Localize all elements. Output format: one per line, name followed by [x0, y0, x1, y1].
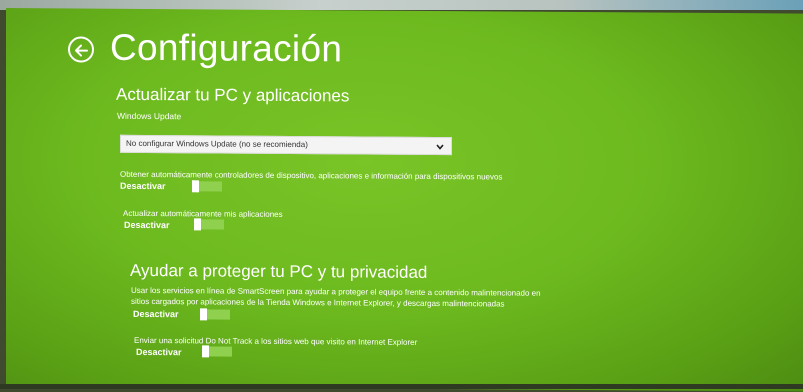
toggle-knob	[202, 345, 209, 358]
windows-update-label: Windows Update	[117, 110, 182, 122]
smartscreen-toggle[interactable]	[200, 308, 230, 321]
apps-toggle[interactable]	[194, 218, 224, 231]
windows-update-dropdown-value: No configurar Windows Update (no se reco…	[126, 138, 308, 150]
smartscreen-toggle-label: Desactivar	[133, 308, 179, 320]
smartscreen-setting-text-line2: sitios cargados por aplicaciones de la T…	[131, 296, 505, 309]
page-title: Configuración	[110, 26, 343, 70]
toggle-knob	[194, 218, 201, 231]
drivers-setting-text: Obtener automáticamente controladores de…	[120, 169, 503, 182]
section-heading-update: Actualizar tu PC y aplicaciones	[116, 84, 350, 106]
dnt-toggle[interactable]	[202, 345, 232, 358]
chevron-down-icon	[436, 144, 444, 150]
apps-toggle-label: Desactivar	[124, 219, 170, 231]
drivers-toggle-label: Desactivar	[120, 180, 166, 192]
toggle-knob	[200, 308, 207, 321]
settings-screen: Configuración Actualizar tu PC y aplicac…	[6, 8, 803, 392]
section-heading-privacy: Ayudar a proteger tu PC y tu privacidad	[130, 260, 428, 282]
dnt-setting-text: Enviar una solicitud Do Not Track a los …	[134, 335, 418, 347]
back-arrow-icon	[75, 44, 88, 57]
back-button[interactable]	[68, 36, 94, 63]
toggle-knob	[192, 180, 199, 193]
windows-update-dropdown[interactable]: No configurar Windows Update (no se reco…	[120, 134, 452, 156]
dnt-toggle-label: Desactivar	[136, 346, 182, 358]
outer-frame-bottom	[0, 384, 803, 389]
drivers-toggle[interactable]	[192, 180, 222, 193]
apps-setting-text: Actualizar automáticamente mis aplicacio…	[123, 208, 283, 219]
